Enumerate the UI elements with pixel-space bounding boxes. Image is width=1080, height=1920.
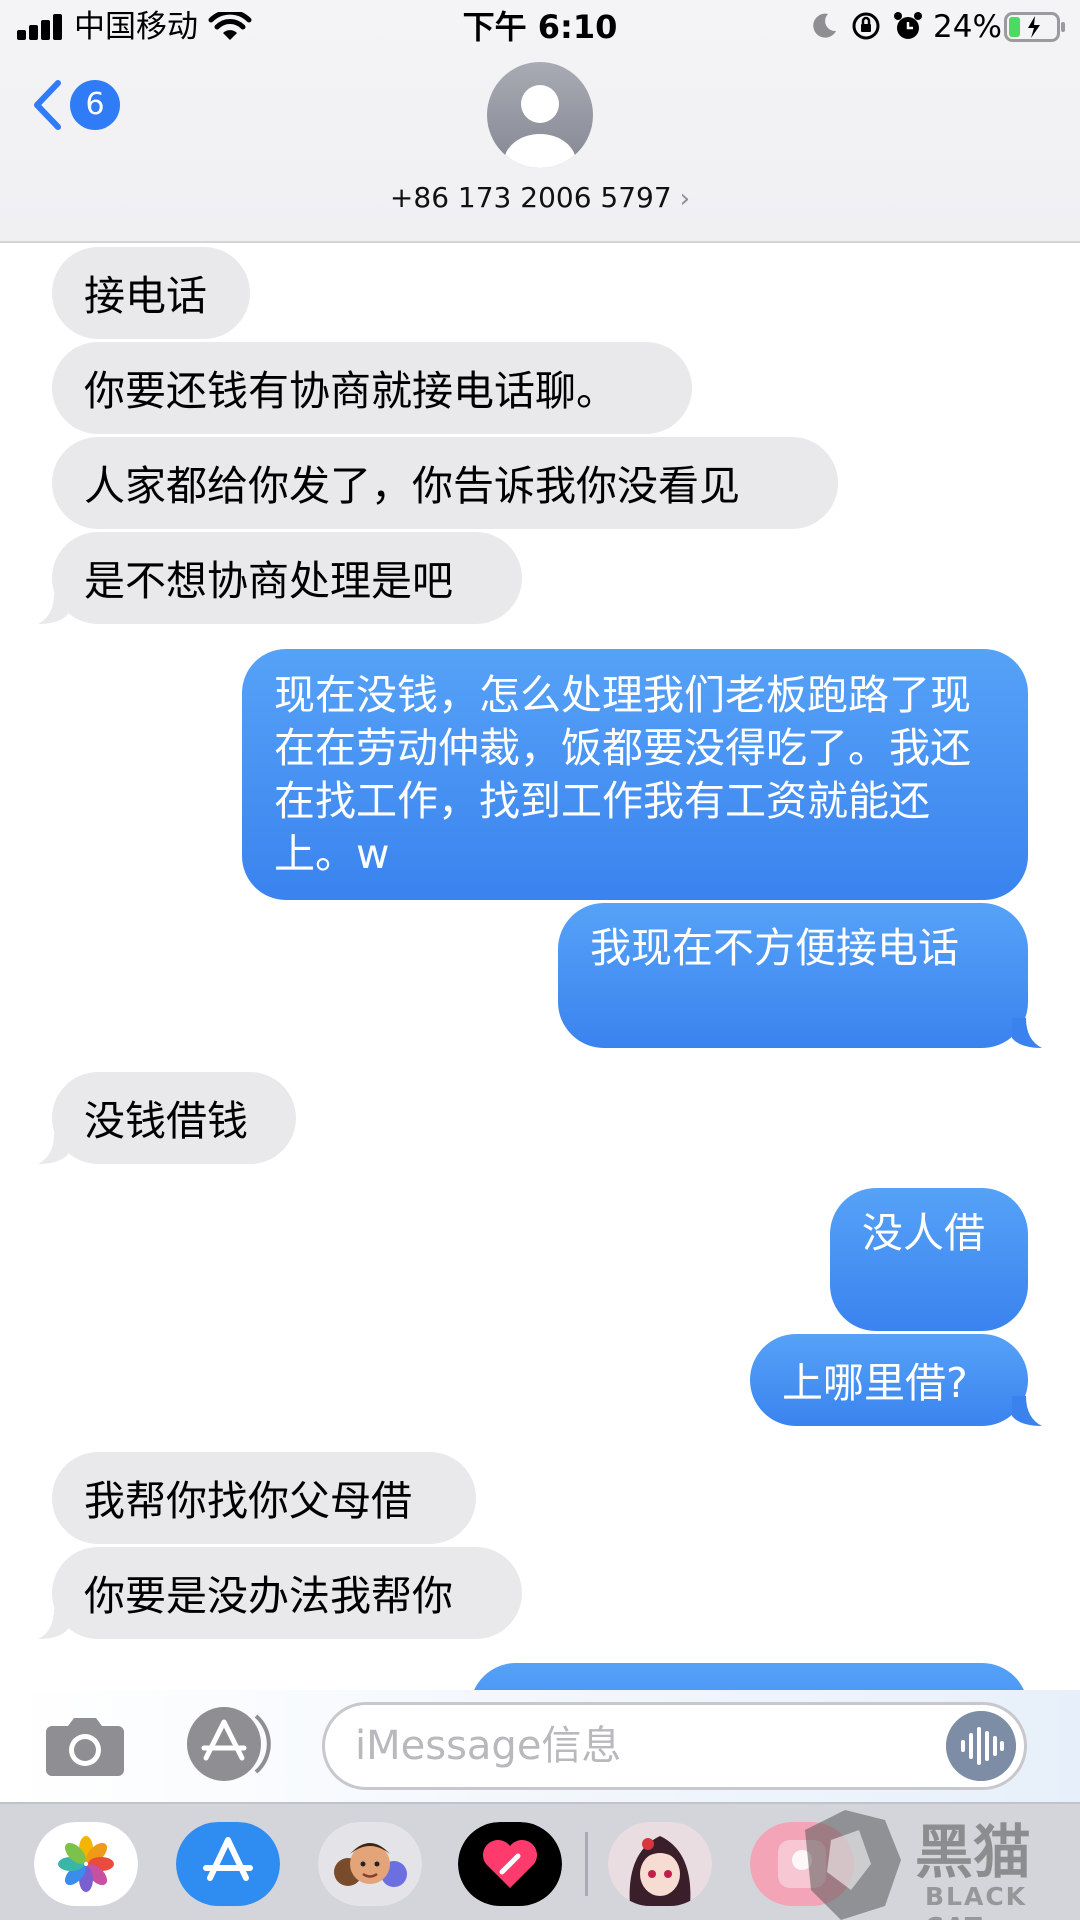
memoji-icon[interactable] (318, 1822, 422, 1906)
bubble-tail (38, 1134, 68, 1164)
message-text: 我现在不方便接电话 (590, 924, 959, 972)
incoming-message-bubble[interactable]: 你要还钱有协商就接电话聊。 (52, 342, 692, 434)
contact-number: +86 173 2006 5797 (389, 181, 672, 214)
message-text: 接电话 (84, 272, 207, 320)
message-text: 没钱借钱 (84, 1097, 248, 1145)
outgoing-message-bubble[interactable]: 现在没钱，怎么处理我们老板跑路了现在在劳动仲裁，饭都要没得吃了。我还在找工作，找… (242, 649, 1028, 900)
digital-touch-icon[interactable] (458, 1822, 562, 1906)
outgoing-message-bubble[interactable]: 上哪里借? (750, 1334, 1028, 1426)
unread-count-badge: 6 (70, 80, 120, 130)
battery-icon (1004, 12, 1065, 42)
message-thread[interactable]: 接电话 你要还钱有协商就接电话聊。 人家都给你发了，你告诉我你没看见 是不想协商… (0, 245, 1080, 1690)
anime-sticker-icon[interactable] (608, 1822, 712, 1906)
message-input[interactable]: iMessage信息 (322, 1702, 1027, 1790)
app-store-icon[interactable] (176, 1822, 280, 1906)
incoming-message-bubble[interactable]: 你要是没办法我帮你 (52, 1547, 522, 1639)
contact-name-button[interactable]: +86 173 2006 5797 › (0, 180, 1080, 217)
message-text: 人家都给你发了，你告诉我你没看见 (84, 462, 740, 510)
camera-icon[interactable] (44, 1712, 126, 1778)
message-text: 上哪里借? (782, 1359, 968, 1407)
back-button[interactable]: 6 (30, 75, 122, 135)
svg-text:黑猫: 黑猫 (915, 1818, 1031, 1886)
audio-message-icon[interactable] (946, 1711, 1016, 1781)
moon-icon (813, 13, 836, 38)
outgoing-message-bubble-partial[interactable] (470, 1663, 1028, 1690)
compose-bar: iMessage信息 (0, 1690, 1080, 1802)
chevron-left-icon (34, 80, 61, 130)
incoming-message-bubble[interactable]: 没钱借钱 (52, 1072, 296, 1164)
watermark-text: BLACK CAT (925, 1882, 1028, 1920)
bubble-tail (1012, 1396, 1042, 1426)
alarm-icon (894, 12, 922, 39)
bubble-tail (38, 1609, 68, 1639)
message-text: 我帮你找你父母借 (84, 1477, 412, 1525)
rotation-lock-icon (852, 12, 880, 40)
outgoing-message-bubble[interactable]: 我现在不方便接电话 (558, 903, 1028, 1048)
incoming-message-bubble[interactable]: 接电话 (52, 247, 250, 339)
incoming-message-bubble[interactable]: 人家都给你发了，你告诉我你没看见 (52, 437, 838, 529)
photos-icon[interactable] (34, 1822, 138, 1906)
battery-percent: 24% (933, 9, 1002, 45)
app-store-icon[interactable] (182, 1706, 276, 1782)
message-placeholder: iMessage信息 (355, 1723, 622, 1769)
conversation-header: 中国移动 下午 6:10 24% 6 +86 173 2006 5797 › (0, 0, 1080, 243)
drawer-divider (585, 1832, 588, 1896)
message-text: 没人借 (862, 1209, 985, 1257)
message-text: 现在没钱，怎么处理我们老板跑路了现在在劳动仲裁，饭都要没得吃了。我还在找工作，找… (274, 671, 971, 878)
contact-avatar[interactable] (487, 62, 593, 168)
incoming-message-bubble[interactable]: 我帮你找你父母借 (52, 1452, 476, 1544)
message-text: 是不想协商处理是吧 (84, 557, 453, 605)
outgoing-message-bubble[interactable]: 没人借 (830, 1188, 1028, 1331)
message-text: 你要是没办法我帮你 (84, 1572, 453, 1620)
bubble-tail (1012, 1018, 1042, 1048)
status-bar: 中国移动 下午 6:10 24% (0, 0, 1080, 54)
message-text: 你要还钱有协商就接电话聊。 (84, 367, 617, 415)
bubble-tail (38, 594, 68, 624)
chevron-right-icon: › (679, 184, 691, 214)
incoming-message-bubble[interactable]: 是不想协商处理是吧 (52, 532, 522, 624)
